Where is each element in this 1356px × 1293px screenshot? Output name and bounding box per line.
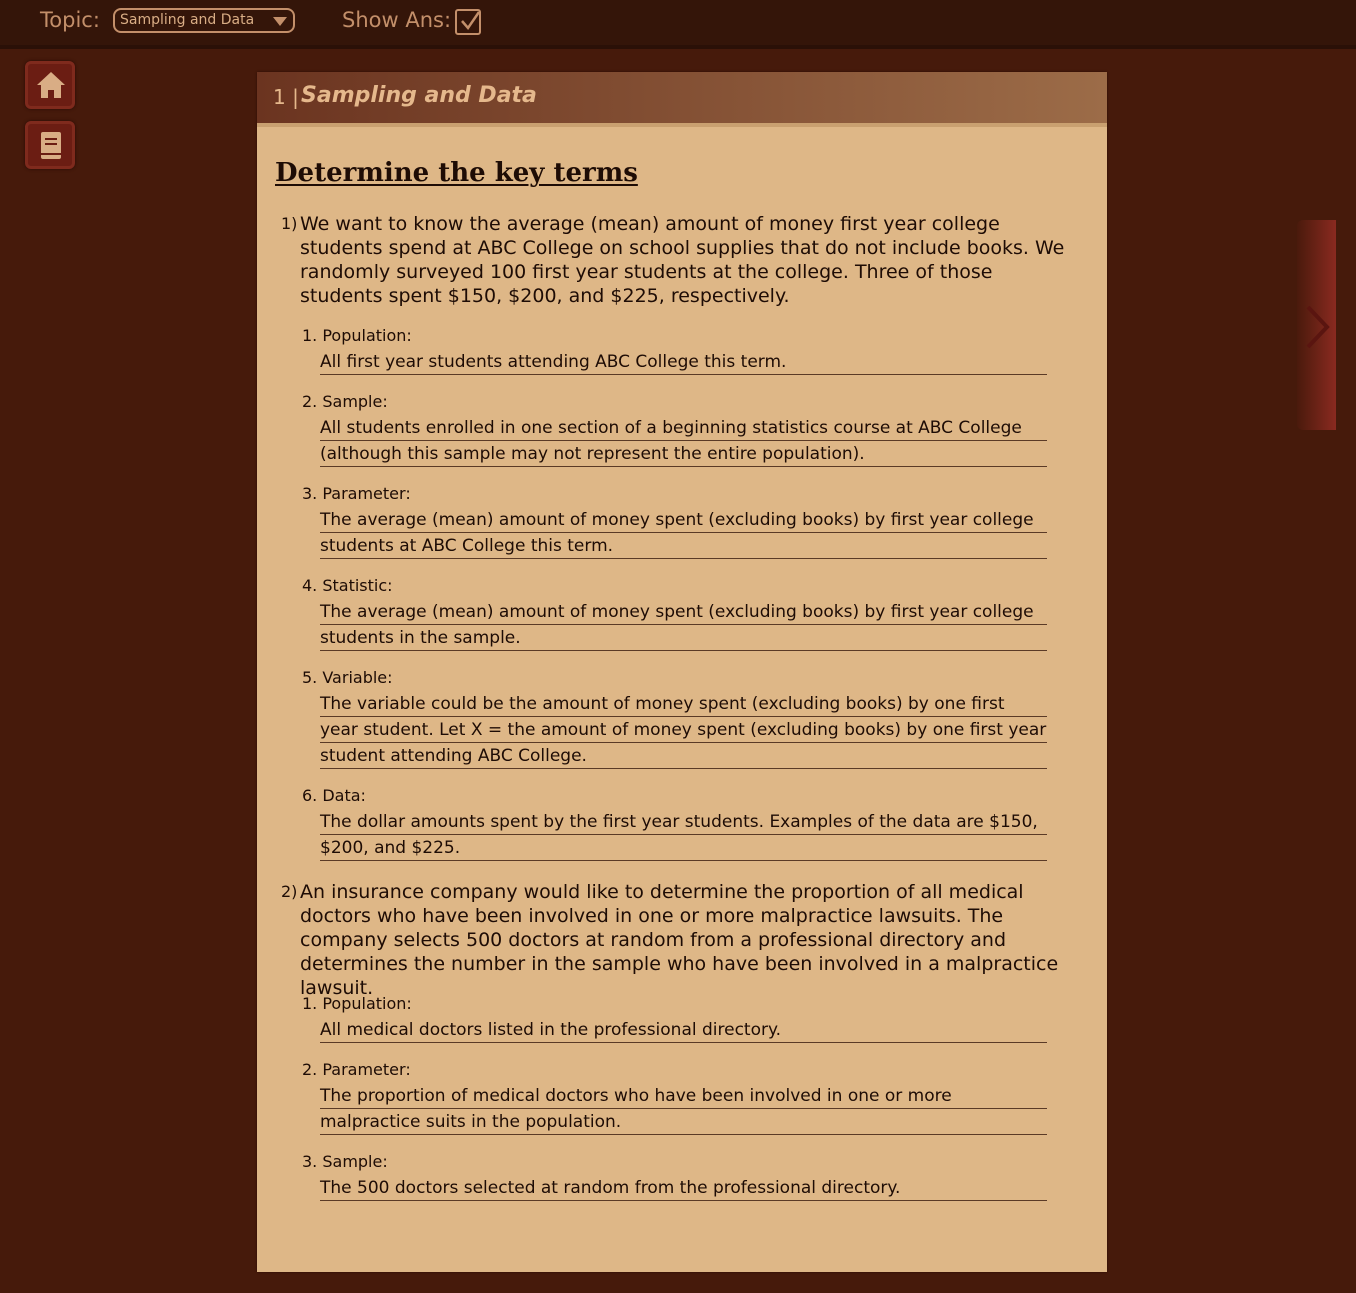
book-button[interactable]: [25, 121, 75, 169]
term-label: 1. Population:: [302, 326, 412, 345]
term-label: 3. Sample:: [302, 1152, 388, 1171]
chevron-down-icon: [273, 17, 287, 26]
term-label: 2. Sample:: [302, 392, 388, 411]
term-label: 4. Statistic:: [302, 576, 393, 595]
term-label: 1. Population:: [302, 994, 412, 1013]
term-label: 3. Parameter:: [302, 484, 411, 503]
term-answer: The proportion of medical doctors who ha…: [320, 1083, 1047, 1135]
question-text: We want to know the average (mean) amoun…: [300, 213, 1065, 307]
show-answers-label: Show Ans:: [342, 8, 452, 32]
topic-select[interactable]: Sampling and Data: [113, 8, 295, 33]
term-answer: All medical doctors listed in the profes…: [320, 1017, 1047, 1043]
top-bar: Topic: Sampling and Data Show Ans:: [0, 0, 1356, 49]
question-number: 1): [281, 214, 298, 233]
term-answer: The average (mean) amount of money spent…: [320, 599, 1047, 651]
chevron-right-icon: [1306, 305, 1330, 349]
home-icon: [37, 72, 65, 98]
next-page-button[interactable]: [1297, 220, 1336, 430]
term-answer: The 500 doctors selected at random from …: [320, 1175, 1047, 1201]
book-icon: [41, 132, 61, 159]
term-answer: The dollar amounts spent by the first ye…: [320, 809, 1047, 861]
content-card: 1 | Sampling and Data Determine the key …: [257, 72, 1107, 1272]
topic-label: Topic:: [40, 8, 100, 32]
question-text: An insurance company would like to deter…: [300, 881, 1059, 999]
card-number: 1 |: [273, 85, 299, 109]
term-answer: All students enrolled in one section of …: [320, 415, 1047, 467]
topic-select-value: Sampling and Data: [120, 12, 255, 28]
checkmark-icon: [461, 11, 481, 31]
term-label: 6. Data:: [302, 786, 366, 805]
show-answers-checkbox[interactable]: [455, 9, 481, 35]
term-label: 2. Parameter:: [302, 1060, 411, 1079]
question-number: 2): [281, 882, 298, 901]
term-answer: The average (mean) amount of money spent…: [320, 507, 1047, 559]
term-answer: All first year students attending ABC Co…: [320, 349, 1047, 375]
section-title: Determine the key terms: [275, 158, 638, 188]
card-title: Sampling and Data: [301, 83, 537, 108]
card-header: 1 | Sampling and Data: [257, 72, 1107, 127]
term-label: 5. Variable:: [302, 668, 393, 687]
term-answer: The variable could be the amount of mone…: [320, 691, 1047, 769]
home-button[interactable]: [25, 61, 75, 109]
